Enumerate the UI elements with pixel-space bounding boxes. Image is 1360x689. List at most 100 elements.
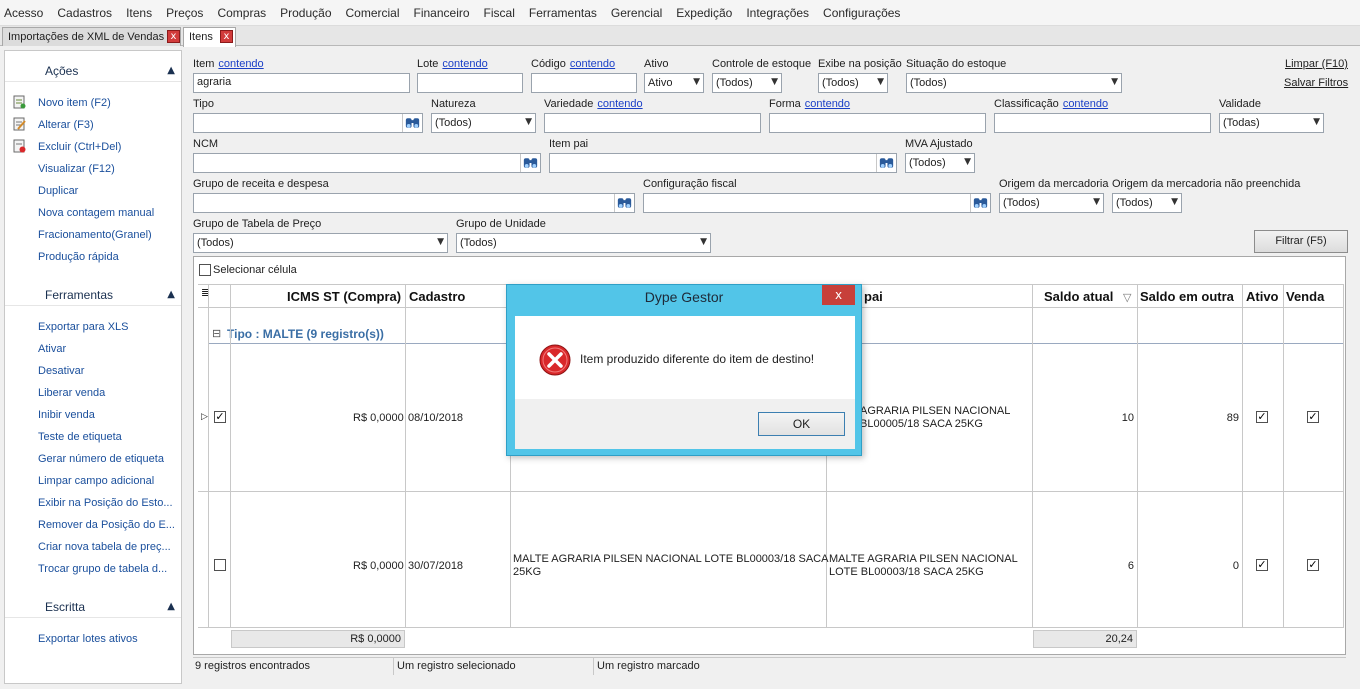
- tab-importacoes-xml[interactable]: Importações de XML de Vendas x: [2, 27, 181, 46]
- cell-ativo-checkbox[interactable]: ✓: [1256, 559, 1268, 571]
- origem-nao-preenchida-select[interactable]: (Todos) ▼: [1112, 193, 1182, 213]
- origem-select[interactable]: (Todos) ▼: [999, 193, 1104, 213]
- cell-ativo-checkbox[interactable]: ✓: [1256, 411, 1268, 423]
- action-visualizar[interactable]: Visualizar (F12): [38, 163, 178, 175]
- binoculars-icon[interactable]: [520, 154, 540, 172]
- action-fracionamento[interactable]: Fracionamento(Granel): [38, 229, 178, 241]
- lote-input[interactable]: [417, 73, 523, 93]
- section-acoes-header[interactable]: Ações ▲: [5, 60, 181, 82]
- row-select-checkbox[interactable]: [214, 559, 226, 571]
- action-producao-rapida[interactable]: Produção rápida: [38, 251, 178, 263]
- binoculars-icon[interactable]: [876, 154, 896, 172]
- cell-venda-checkbox[interactable]: ✓: [1307, 559, 1319, 571]
- mva-ajustado-select[interactable]: (Todos) ▼: [905, 153, 975, 173]
- menu-itens[interactable]: Itens: [126, 6, 152, 20]
- item-contendo-link[interactable]: contendo: [218, 58, 263, 70]
- action-novo-item[interactable]: Novo item (F2): [38, 97, 178, 109]
- tool-exibir-posicao[interactable]: Exibir na Posição do Esto...: [38, 497, 178, 509]
- menu-ferramentas[interactable]: Ferramentas: [529, 6, 597, 20]
- menu-gerencial[interactable]: Gerencial: [611, 6, 662, 20]
- close-icon[interactable]: x: [167, 30, 180, 43]
- header-venda[interactable]: Venda: [1286, 289, 1324, 304]
- config-fiscal-input[interactable]: [643, 193, 991, 213]
- validade-select[interactable]: (Todas) ▼: [1219, 113, 1324, 133]
- header-cadastro[interactable]: Cadastro: [409, 289, 465, 304]
- tool-trocar-grupo[interactable]: Trocar grupo de tabela d...: [38, 563, 178, 575]
- tab-itens[interactable]: Itens x: [183, 27, 236, 47]
- classificacao-input[interactable]: [994, 113, 1211, 133]
- tool-liberar-venda[interactable]: Liberar venda: [38, 387, 178, 399]
- menu-precos[interactable]: Preços: [166, 6, 203, 20]
- lote-contendo-link[interactable]: contendo: [442, 58, 487, 70]
- header-icms-st[interactable]: ICMS ST (Compra): [287, 289, 401, 304]
- ativo-select[interactable]: Ativo ▼: [644, 73, 704, 93]
- sidebar: Ações ▲ Novo item (F2) Alterar (F3) Excl…: [4, 50, 182, 684]
- menu-integracoes[interactable]: Integrações: [746, 6, 809, 20]
- section-escrita-header[interactable]: Escritta ▲: [5, 596, 181, 618]
- variedade-contendo-link[interactable]: contendo: [597, 98, 642, 110]
- tool-exportar-xls[interactable]: Exportar para XLS: [38, 321, 178, 333]
- menu-expedicao[interactable]: Expedição: [676, 6, 732, 20]
- escrita-exportar-lotes[interactable]: Exportar lotes ativos: [38, 633, 178, 645]
- menu-producao[interactable]: Produção: [280, 6, 331, 20]
- grupo-receita-input[interactable]: [193, 193, 635, 213]
- section-ferramentas-header[interactable]: Ferramentas ▲: [5, 284, 181, 306]
- cell-venda-checkbox[interactable]: ✓: [1307, 411, 1319, 423]
- limpar-filtros-link[interactable]: Limpar (F10): [1285, 58, 1348, 70]
- controle-estoque-select[interactable]: (Todos) ▼: [712, 73, 782, 93]
- exibe-posicao-select[interactable]: (Todos) ▼: [818, 73, 888, 93]
- header-item-pai[interactable]: pai: [864, 289, 883, 304]
- codigo-contendo-link[interactable]: contendo: [570, 58, 615, 70]
- tool-teste-etiqueta[interactable]: Teste de etiqueta: [38, 431, 178, 443]
- collapse-group-icon[interactable]: ⊟: [212, 327, 221, 340]
- grupo-tabela-select[interactable]: (Todos) ▼: [193, 233, 448, 253]
- tool-gerar-etiqueta[interactable]: Gerar número de etiqueta: [38, 453, 178, 465]
- header-saldo-atual[interactable]: Saldo atual: [1044, 289, 1113, 304]
- menu-compras[interactable]: Compras: [217, 6, 266, 20]
- item-pai-input[interactable]: [549, 153, 897, 173]
- action-alterar[interactable]: Alterar (F3): [38, 119, 178, 131]
- menu-comercial[interactable]: Comercial: [346, 6, 400, 20]
- tipo-input[interactable]: [193, 113, 423, 133]
- ok-button[interactable]: OK: [758, 412, 845, 436]
- binoculars-icon[interactable]: [614, 194, 634, 212]
- close-icon[interactable]: x: [220, 30, 233, 43]
- binoculars-icon[interactable]: [970, 194, 990, 212]
- chevron-up-icon[interactable]: ▲: [167, 65, 175, 76]
- tool-remover-posicao[interactable]: Remover da Posição do E...: [38, 519, 178, 531]
- dialog-close-button[interactable]: x: [822, 285, 855, 305]
- forma-input[interactable]: [769, 113, 986, 133]
- action-excluir[interactable]: Excluir (Ctrl+Del): [38, 141, 178, 153]
- tool-limpar-campo[interactable]: Limpar campo adicional: [38, 475, 178, 487]
- menu-financeiro[interactable]: Financeiro: [414, 6, 470, 20]
- item-input[interactable]: agraria: [193, 73, 410, 93]
- sort-down-icon[interactable]: ▽: [1123, 291, 1131, 304]
- menu-fiscal[interactable]: Fiscal: [484, 6, 515, 20]
- row-select-checkbox[interactable]: ✓: [214, 411, 226, 423]
- menu-cadastros[interactable]: Cadastros: [57, 6, 112, 20]
- ncm-input[interactable]: [193, 153, 541, 173]
- header-saldo-outra[interactable]: Saldo em outra: [1140, 289, 1234, 304]
- natureza-select[interactable]: (Todos) ▼: [431, 113, 536, 133]
- salvar-filtros-link[interactable]: Salvar Filtros: [1284, 77, 1348, 89]
- chevron-up-icon[interactable]: ▲: [167, 601, 175, 612]
- tool-criar-tabela[interactable]: Criar nova tabela de preç...: [38, 541, 178, 553]
- selecionar-celula-checkbox[interactable]: [199, 264, 211, 276]
- filtrar-button[interactable]: Filtrar (F5): [1254, 230, 1348, 253]
- grupo-unidade-select[interactable]: (Todos) ▼: [456, 233, 711, 253]
- menu-acesso[interactable]: Acesso: [4, 6, 43, 20]
- tool-ativar[interactable]: Ativar: [38, 343, 178, 355]
- tool-desativar[interactable]: Desativar: [38, 365, 178, 377]
- header-ativo[interactable]: Ativo: [1246, 289, 1279, 304]
- chevron-up-icon[interactable]: ▲: [167, 289, 175, 300]
- variedade-input[interactable]: [544, 113, 761, 133]
- menu-configuracoes[interactable]: Configurações: [823, 6, 900, 20]
- situacao-estoque-select[interactable]: (Todos) ▼: [906, 73, 1122, 93]
- binoculars-icon[interactable]: [402, 114, 422, 132]
- codigo-input[interactable]: [531, 73, 637, 93]
- action-duplicar[interactable]: Duplicar: [38, 185, 178, 197]
- tool-inibir-venda[interactable]: Inibir venda: [38, 409, 178, 421]
- classificacao-contendo-link[interactable]: contendo: [1063, 98, 1108, 110]
- action-nova-contagem[interactable]: Nova contagem manual: [38, 207, 178, 219]
- forma-contendo-link[interactable]: contendo: [805, 98, 850, 110]
